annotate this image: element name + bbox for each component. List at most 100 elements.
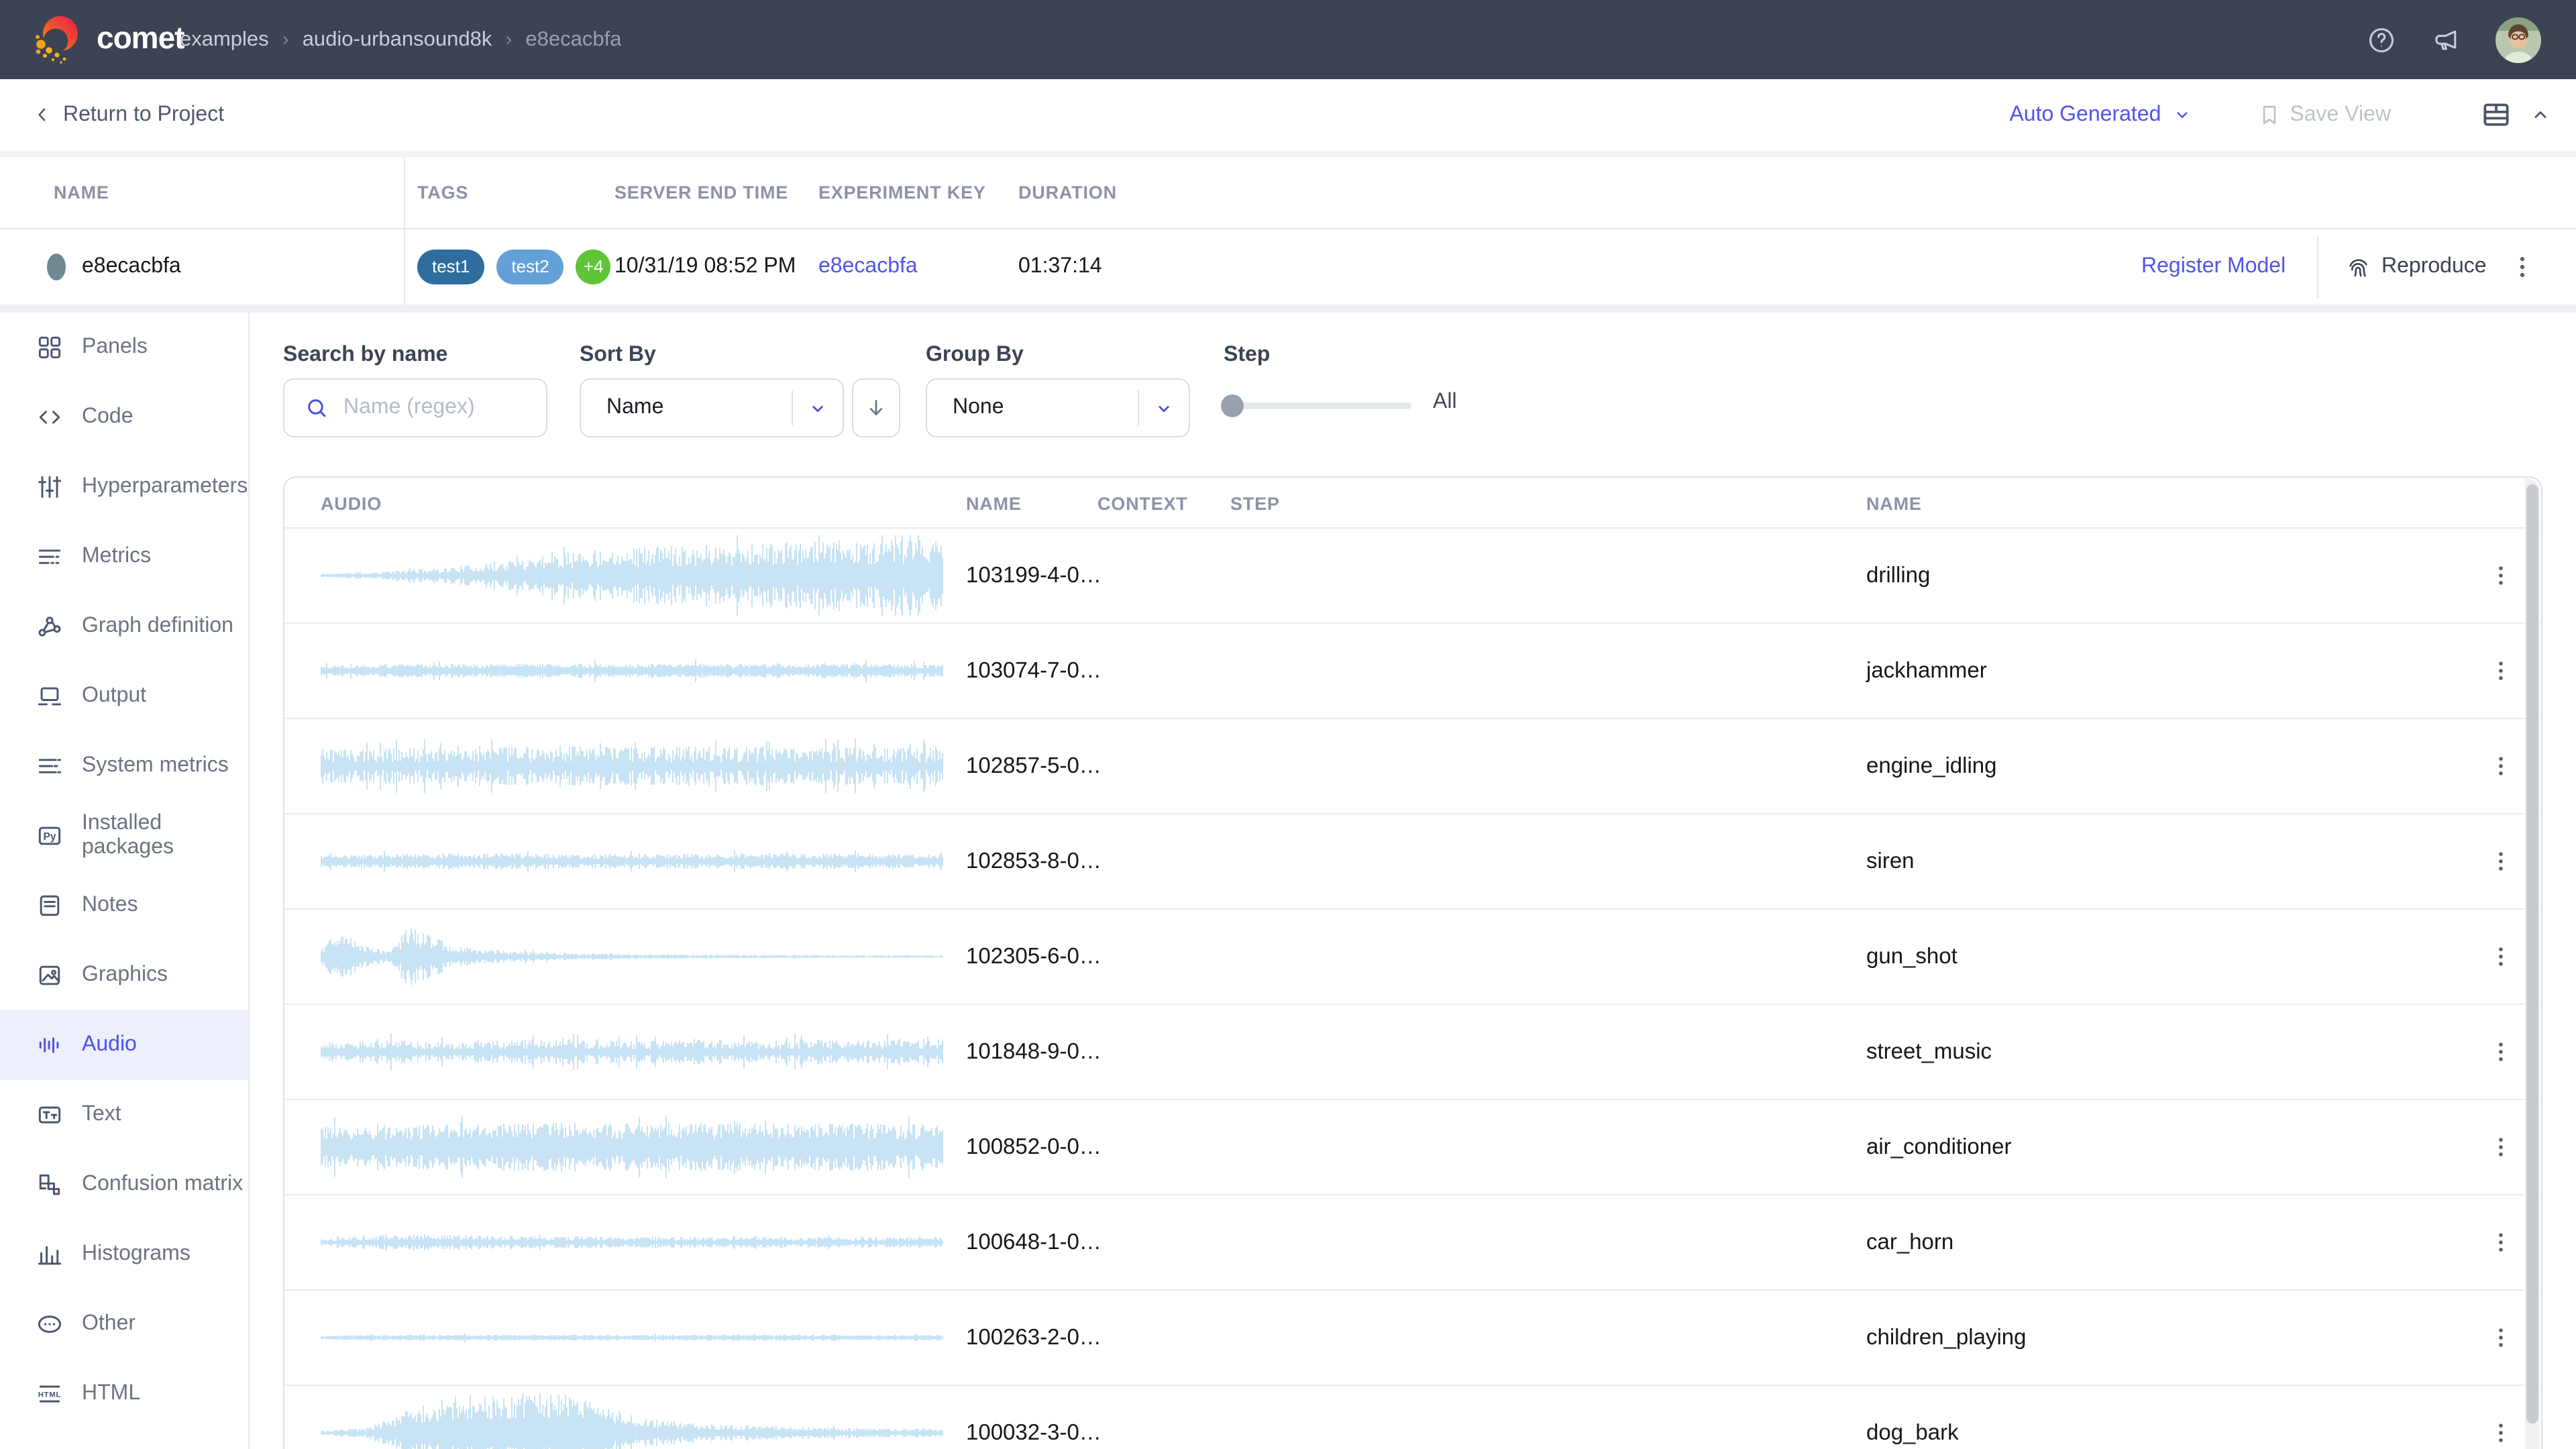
audio-column-header: AUDIO — [321, 478, 382, 527]
breadcrumb-project[interactable]: audio-urbansound8k — [303, 28, 492, 52]
sidebar-item-text[interactable]: Text — [0, 1080, 248, 1150]
sidebar-item-label: Installed packages — [82, 812, 248, 860]
sidebar-item-html[interactable]: HTMLHTML — [0, 1359, 248, 1429]
row-menu-button[interactable] — [2485, 1036, 2517, 1068]
sidebar-item-code[interactable]: Code — [0, 382, 248, 452]
audio-label: street_music — [1866, 1005, 1992, 1099]
save-view-button[interactable]: Save View — [2256, 102, 2391, 127]
chevron-down-icon — [2171, 105, 2192, 125]
sidebar-item-graph-definition[interactable]: Graph definition — [0, 592, 248, 661]
row-menu-button[interactable] — [2485, 1417, 2517, 1449]
audio-label: gun_shot — [1866, 910, 1957, 1004]
row-menu-button[interactable] — [2485, 845, 2517, 877]
sort-by-select[interactable]: Name — [580, 378, 844, 437]
sidebar-item-system-metrics[interactable]: System metrics — [0, 731, 248, 801]
sidebar-item-graphics[interactable]: Graphics — [0, 941, 248, 1010]
audio-waveform[interactable] — [321, 1107, 943, 1187]
return-to-project-label: Return to Project — [63, 103, 224, 127]
step-slider-track[interactable] — [1224, 402, 1411, 409]
metrics-icon — [35, 542, 64, 572]
experiment-tag[interactable]: test2 — [496, 250, 564, 284]
sidebar-item-metrics[interactable]: Metrics — [0, 522, 248, 592]
sidebar-item-installed-packages[interactable]: Py Installed packages — [0, 801, 248, 871]
step-column-header: STEP — [1230, 478, 1280, 527]
kebab-icon — [2487, 657, 2514, 684]
experiment-tag[interactable]: test1 — [417, 250, 484, 284]
arrow-down-icon — [864, 396, 888, 420]
search-input[interactable] — [341, 394, 534, 421]
app-root: comet examples › audio-urbansound8k › e8… — [0, 0, 2576, 1449]
group-by-label: Group By — [926, 343, 1024, 368]
server-end-time-value: 10/31/19 08:52 PM — [614, 229, 796, 305]
bookmark-icon — [2256, 102, 2282, 127]
sidebar-item-notes[interactable]: Notes — [0, 871, 248, 941]
name-column-header: NAME — [966, 478, 1022, 527]
sidebar-item-label: Output — [82, 684, 146, 708]
audio-waveform[interactable] — [321, 1393, 943, 1449]
sidebar-item-other[interactable]: Other — [0, 1289, 248, 1359]
panels-icon — [35, 333, 64, 362]
audio-table-card: AUDIO NAME CONTEXT STEP NAME 103199-4-0…… — [283, 476, 2542, 1449]
audio-name: 102853-8-0… — [966, 814, 1102, 908]
breadcrumb-workspace[interactable]: examples — [180, 28, 269, 52]
return-to-project-button[interactable]: Return to Project — [32, 79, 224, 150]
sort-direction-button[interactable] — [852, 378, 900, 437]
view-selector-value: Auto Generated — [2009, 103, 2161, 127]
table-layout-icon[interactable] — [2479, 98, 2513, 131]
step-slider-thumb[interactable] — [1221, 394, 1244, 417]
brand-name[interactable]: comet — [97, 0, 184, 79]
installed-packages-icon: Py — [35, 821, 64, 851]
sidebar-item-histograms[interactable]: Histograms — [0, 1220, 248, 1289]
audio-waveform[interactable] — [321, 916, 943, 997]
user-avatar[interactable] — [2496, 17, 2541, 62]
collapse-panel-icon[interactable] — [2529, 103, 2552, 126]
audio-row: 100263-2-0…children_playing — [284, 1291, 2541, 1386]
reproduce-button[interactable]: Reproduce — [2344, 229, 2487, 305]
sidebar-item-output[interactable]: Output — [0, 661, 248, 731]
kebab-icon — [2487, 943, 2514, 970]
experiment-tag[interactable]: +4 — [576, 250, 611, 284]
sidebar-item-confusion-matrix[interactable]: Confusion matrix — [0, 1150, 248, 1220]
help-icon[interactable] — [2367, 25, 2396, 54]
vertical-scrollbar[interactable] — [2525, 479, 2540, 1449]
audio-icon — [35, 1030, 64, 1060]
audio-waveform[interactable] — [321, 1202, 943, 1283]
row-menu-button[interactable] — [2485, 655, 2517, 687]
breadcrumb-experiment[interactable]: e8ecacbfa — [525, 28, 621, 52]
experiment-table-header: NAME TAGS SERVER END TIME EXPERIMENT KEY… — [0, 157, 2576, 229]
audio-waveform[interactable] — [321, 821, 943, 902]
audio-name: 100032-3-0… — [966, 1386, 1102, 1449]
sidebar-item-hyperparameters[interactable]: Hyperparameters — [0, 452, 248, 522]
experiment-status-dot — [47, 254, 66, 280]
row-menu-button[interactable] — [2485, 941, 2517, 973]
audio-waveform[interactable] — [321, 1297, 943, 1378]
sidebar-item-audio[interactable]: Audio — [0, 1010, 248, 1080]
audio-waveform[interactable] — [321, 535, 943, 616]
row-menu-button[interactable] — [2485, 1226, 2517, 1258]
audio-row: 102305-6-0…gun_shot — [284, 910, 2541, 1005]
row-menu-button[interactable] — [2485, 1131, 2517, 1163]
sidebar-item-panels[interactable]: Panels — [0, 313, 248, 382]
comet-logo-icon[interactable] — [30, 9, 89, 68]
notes-icon — [35, 891, 64, 920]
chevron-down-icon — [1154, 398, 1174, 418]
experiment-menu-button[interactable] — [2506, 251, 2538, 283]
kebab-icon — [2487, 1419, 2514, 1446]
announcements-icon[interactable] — [2431, 25, 2461, 54]
row-menu-button[interactable] — [2485, 559, 2517, 592]
scrollbar-thumb[interactable] — [2526, 484, 2538, 1424]
group-by-select[interactable]: None — [926, 378, 1190, 437]
view-selector-dropdown[interactable]: Auto Generated — [2009, 103, 2192, 127]
audio-waveform[interactable] — [321, 1012, 943, 1092]
audio-row: 103199-4-0…drilling — [284, 529, 2541, 624]
experiment-key-link[interactable]: e8ecacbfa — [818, 229, 918, 305]
row-menu-button[interactable] — [2485, 750, 2517, 782]
search-label: Search by name — [283, 343, 447, 368]
experiment-tags: test1 test2 +4 — [417, 250, 611, 284]
audio-waveform[interactable] — [321, 726, 943, 806]
row-menu-button[interactable] — [2485, 1322, 2517, 1354]
sidebar-item-label: Code — [82, 405, 133, 429]
section-divider — [0, 305, 2576, 313]
audio-waveform[interactable] — [321, 631, 943, 711]
register-model-button[interactable]: Register Model — [2141, 229, 2286, 305]
